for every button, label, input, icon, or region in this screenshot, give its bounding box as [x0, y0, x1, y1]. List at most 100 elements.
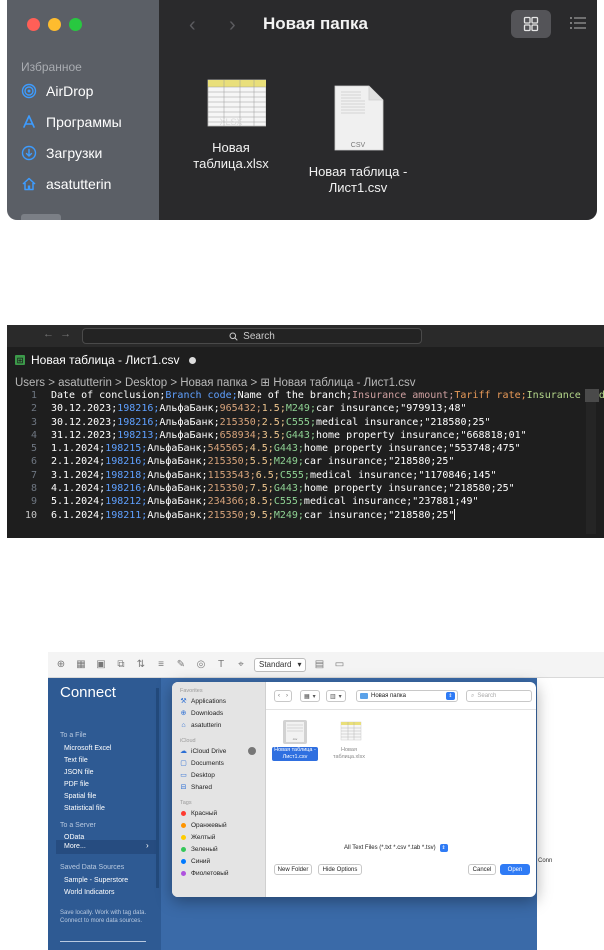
code-line[interactable]: 3 30.12.2023;198216;АльфаБанк;215350;2.5;…	[7, 416, 604, 429]
close-window-button[interactable]	[27, 18, 40, 31]
fit-select[interactable]: Standard ▾	[254, 657, 307, 672]
csv-cell: 215350;	[207, 509, 250, 521]
chevron-right-icon[interactable]: ›	[146, 841, 149, 850]
new-sheet-icon[interactable]: ▣	[94, 659, 108, 671]
grid-view-button[interactable]	[511, 10, 551, 38]
connect-json-file[interactable]: JSON file	[64, 769, 94, 776]
section-to-a-file: To a File	[60, 732, 87, 739]
code-line[interactable]: 6 2.1.2024;198216;АльфаБанк;215350;5.5;M2…	[7, 455, 604, 468]
connect-pdf-file[interactable]: PDF file	[64, 781, 89, 788]
tag-orange[interactable]: Оранжевый	[180, 820, 227, 830]
csv-cell: Insurance amount;	[352, 390, 455, 401]
line-text: 3.1.2024;198218;АльфаБанк;1153543;6.5;C5…	[37, 469, 497, 482]
zoom-window-button[interactable]	[69, 18, 82, 31]
csv-cell: C555;	[279, 469, 310, 481]
sidebar-item-shared[interactable]: ⊟ Shared	[180, 782, 212, 792]
code-line[interactable]: 7 3.1.2024;198218;АльфаБанк;1153543;6.5;C…	[7, 469, 604, 482]
file-xlsx[interactable]: XLSX Новая таблица.xlsx	[179, 78, 283, 172]
tag-yellow[interactable]: Желтый	[180, 832, 215, 842]
csv-cell: "1170846;145"	[418, 469, 497, 481]
sidebar-item-applications[interactable]: Программы	[21, 111, 122, 133]
connect-spatial-file[interactable]: Spatial file	[64, 793, 96, 800]
sidebar-item-documents[interactable]: ▢ Documents	[180, 758, 224, 768]
sidebar-item-home[interactable]: ⌂ asatutterin	[180, 720, 221, 730]
code-line[interactable]: 5 1.1.2024;198215;АльфаБанк;545565;4.5;G4…	[7, 442, 604, 455]
breadcrumb[interactable]: Users > asatutterin > Desktop > Новая па…	[15, 375, 415, 389]
highlight-icon[interactable]: ✎	[174, 659, 188, 671]
code-line[interactable]: 8 4.1.2024;198216;АльфаБанк;215350;7.5;G4…	[7, 482, 604, 495]
tag-red[interactable]: Красный	[180, 808, 217, 818]
new-folder-button[interactable]: New Folder	[274, 864, 312, 875]
minimap-slider[interactable]	[585, 389, 599, 402]
minimize-window-button[interactable]	[48, 18, 61, 31]
location-select[interactable]: Новая папка ⇕	[356, 690, 458, 702]
duplicate-icon[interactable]: ⧉	[114, 659, 128, 671]
code-line[interactable]: 4 31.12.2023;198213;АльфаБанк;658934;3.5;…	[7, 429, 604, 442]
tableau-logo-icon[interactable]: ⊕	[54, 659, 68, 671]
cancel-button[interactable]: Cancel	[468, 864, 496, 875]
label-icon[interactable]: T	[214, 659, 228, 671]
search-icon: ⌕	[471, 692, 475, 699]
csv-cell: 198211;	[105, 509, 148, 521]
group-icon[interactable]: ◎	[194, 659, 208, 671]
new-data-source-icon[interactable]: ▦	[74, 659, 88, 671]
code-line[interactable]: 1 Date of conclusion;Branch code;Name of …	[7, 389, 604, 402]
tag-green[interactable]: Зеленый	[180, 844, 218, 854]
csv-file-icon: csv	[283, 720, 307, 744]
sidebar-item-applications[interactable]: ⚒ Applications	[180, 696, 226, 706]
file-type-filter[interactable]: All Text Files (*.txt *.csv *.tab *.tsv)…	[344, 843, 448, 853]
section-to-a-server: To a Server	[60, 822, 96, 829]
presentation-icon[interactable]: ▭	[332, 659, 346, 671]
bottom-input[interactable]	[60, 932, 146, 942]
csv-cell: 7.5;	[249, 483, 274, 495]
line-number: 10	[24, 509, 37, 521]
forward-icon[interactable]: ›	[229, 14, 236, 37]
sort-asc-icon[interactable]: ≡	[154, 659, 168, 671]
saved-source-superstore[interactable]: Sample - Superstore	[64, 877, 128, 884]
saved-source-world-indicators[interactable]: World Indicators	[64, 889, 114, 896]
back-icon[interactable]: ‹	[189, 14, 196, 37]
search-input[interactable]: ⌕ Search	[466, 690, 532, 702]
tag-blue[interactable]: Синий	[180, 856, 210, 866]
sidebar-item-desktop[interactable]: ▭ Desktop	[180, 770, 215, 780]
file-xlsx[interactable]: Новая таблица.xlsx	[324, 720, 374, 761]
sidebar-item-icloud-drive[interactable]: ☁ iCloud Drive	[180, 746, 226, 756]
minimap[interactable]	[586, 389, 596, 534]
csv-cell: G443;	[273, 443, 304, 455]
editor-tab[interactable]: ⊞ Новая таблица - Лист1.csv	[7, 347, 207, 373]
hide-options-button[interactable]: Hide Options	[318, 864, 362, 875]
list-view-button[interactable]	[569, 15, 587, 36]
show-me-icon[interactable]: ▤	[312, 659, 326, 671]
connect-statistical-file[interactable]: Statistical file	[64, 805, 105, 812]
group-mode-button[interactable]: ▥ ▾	[326, 690, 346, 702]
view-mode-button[interactable]: ▦ ▾	[300, 690, 320, 702]
back-forward-buttons[interactable]: ‹ ›	[274, 690, 292, 702]
open-button[interactable]: Open	[500, 864, 530, 875]
line-number: 5	[30, 443, 37, 455]
file-csv[interactable]: csv Новая таблица - Лист1.csv	[272, 720, 318, 761]
unsaved-dot-icon[interactable]	[189, 356, 197, 364]
sidebar-item-downloads[interactable]: Загрузки	[21, 142, 102, 164]
connect-more[interactable]: More...	[64, 843, 86, 850]
pin-icon[interactable]: ⌖	[234, 659, 248, 671]
right-pane-heading: Conn	[538, 858, 553, 864]
file-csv[interactable]: CSV Новая таблица - Лист1.csv	[295, 84, 421, 196]
file-name: Новая таблица.xlsx	[333, 747, 365, 760]
code-editor[interactable]: 1 Date of conclusion;Branch code;Name of …	[7, 389, 604, 522]
connect-excel[interactable]: Microsoft Excel	[64, 745, 111, 752]
code-line[interactable]: 9 5.1.2024;198212;АльфаБанк;234366;8.5;C5…	[7, 495, 604, 508]
connect-text-file[interactable]: Text file	[64, 757, 88, 764]
sidebar-item-downloads[interactable]: ⊕ Downloads	[180, 708, 224, 718]
sidebar-item-home[interactable]: asatutterin	[21, 173, 111, 195]
code-line[interactable]: 2 30.12.2023;198216;АльфаБанк;965432;1.5;…	[7, 402, 604, 415]
command-search-bar[interactable]: Search	[82, 328, 422, 344]
back-forward-icon[interactable]: ← →	[43, 328, 71, 340]
tag-purple[interactable]: Фиолетовый	[180, 868, 229, 878]
csv-cell: medical insurance;	[315, 416, 425, 428]
file-name: Новая таблица - Лист1.csv	[308, 164, 408, 195]
code-line[interactable]: 10 6.1.2024;198211;АльфаБанк;215350;9.5;M…	[7, 509, 604, 522]
csv-cell: 198216;	[117, 403, 160, 415]
sidebar-item-airdrop[interactable]: AirDrop	[21, 80, 93, 102]
swap-icon[interactable]: ⇅	[134, 659, 148, 671]
open-file-dialog: Favorites ⚒ Applications ⊕ Downloads ⌂ asat…	[172, 682, 536, 897]
